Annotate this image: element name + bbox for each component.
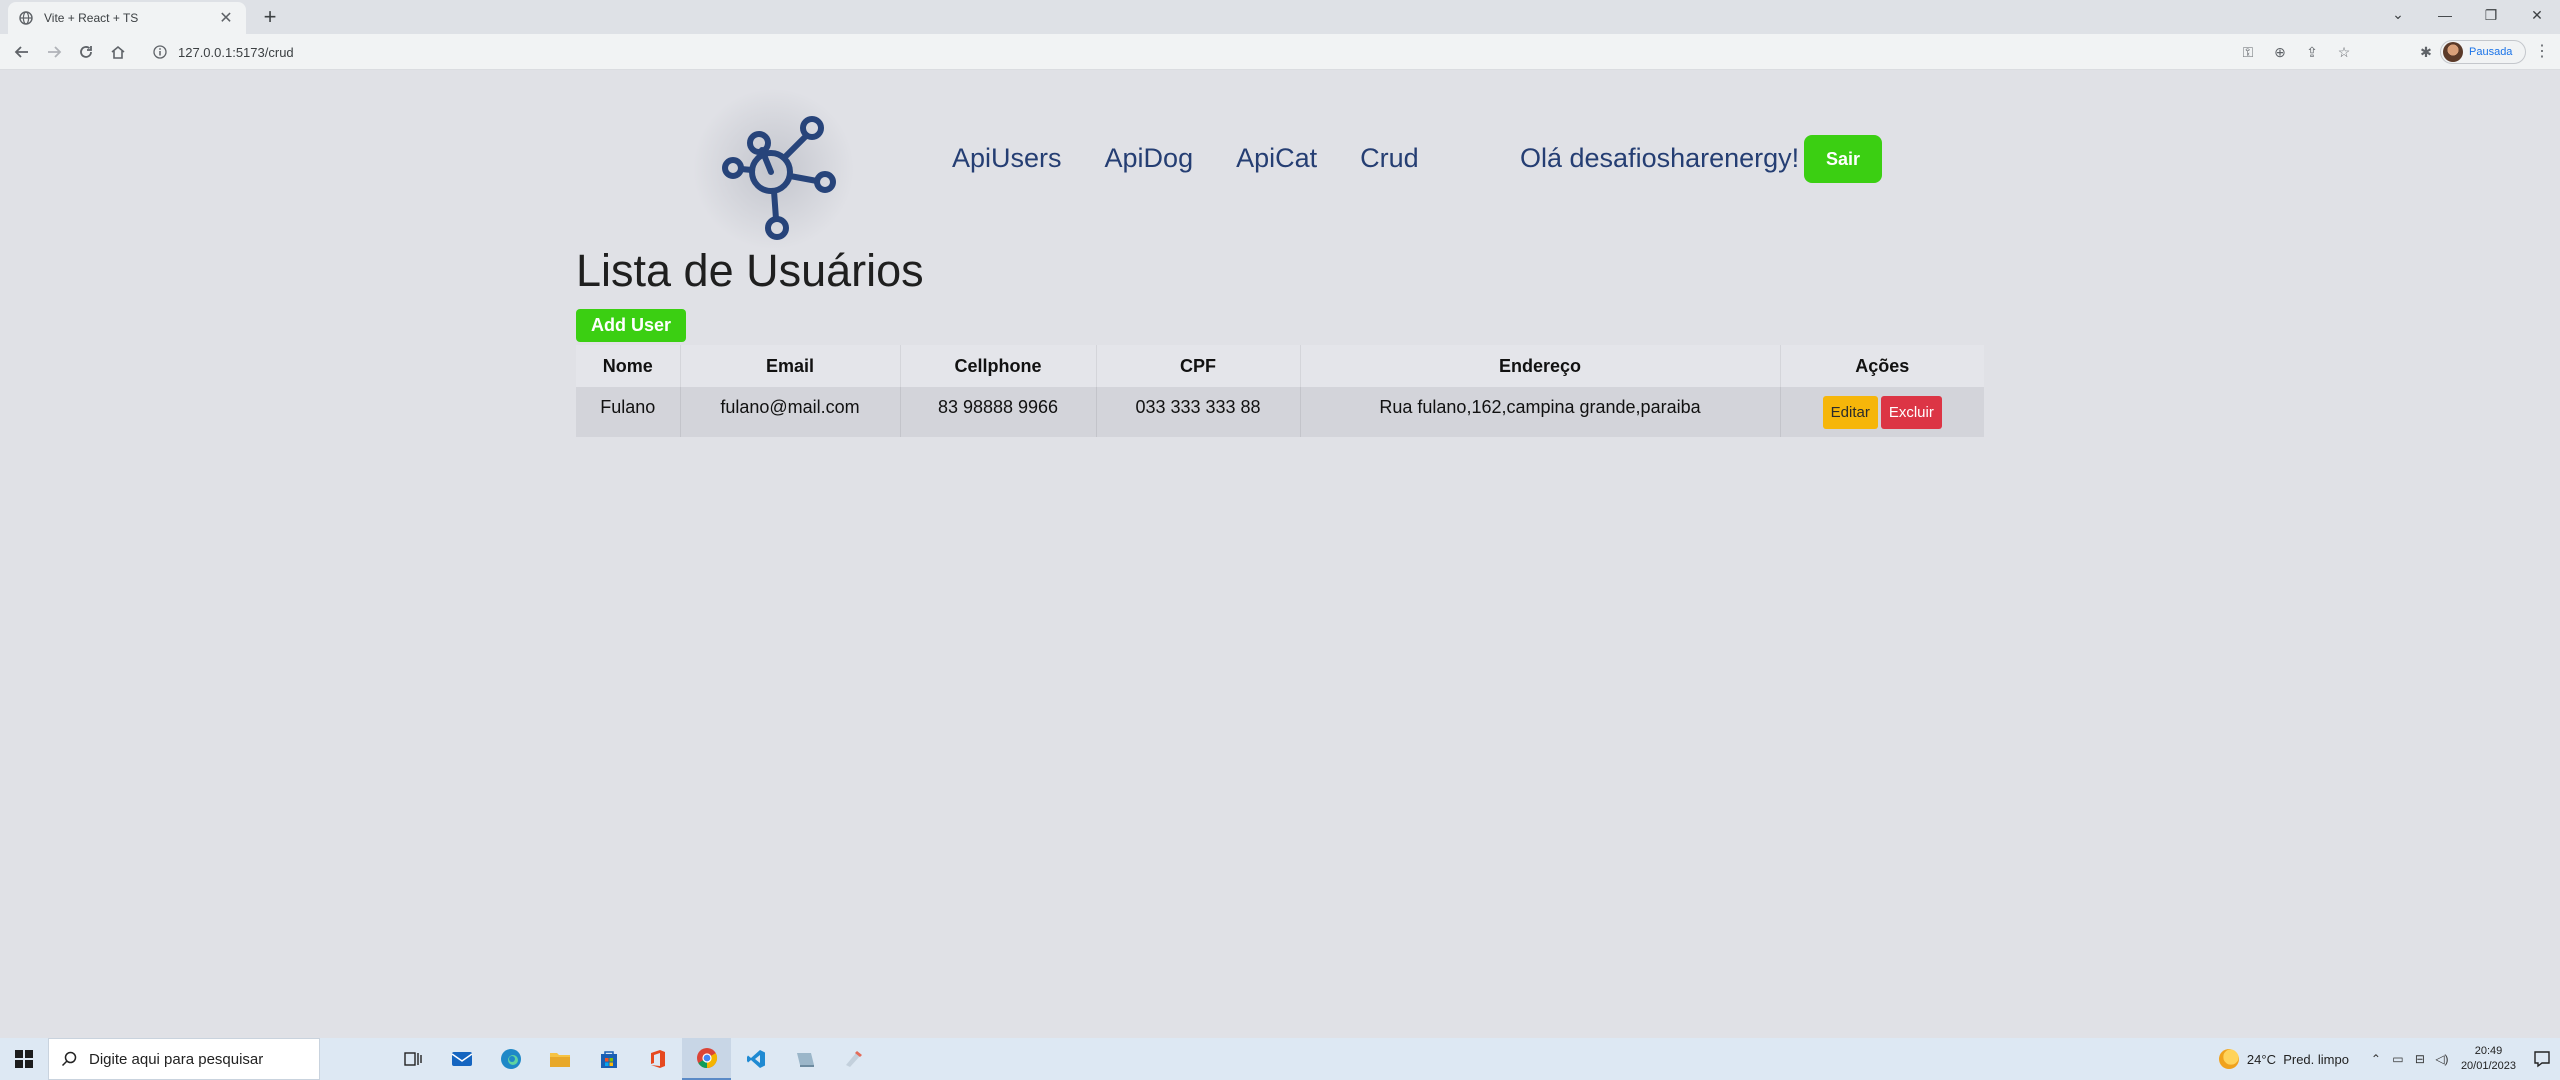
column-header-acoes: Ações	[1780, 345, 1984, 387]
app-window-icon[interactable]	[780, 1038, 829, 1080]
column-header-email: Email	[680, 345, 901, 387]
clock-time: 20:49	[2474, 1045, 2503, 1057]
cell-endereco: Rua fulano,162,campina grande,paraiba	[1300, 387, 1781, 437]
file-explorer-icon[interactable]	[535, 1038, 584, 1080]
tab-title: Vite + React + TS	[44, 11, 139, 25]
clock-date: 20/01/2023	[2460, 1060, 2516, 1072]
taskbar-search-input[interactable]: Digite aqui para pesquisar	[48, 1038, 320, 1080]
more-menu-icon[interactable]: ⋮	[2530, 40, 2554, 64]
reload-icon[interactable]	[72, 38, 100, 66]
vscode-icon[interactable]	[731, 1038, 780, 1080]
delete-button[interactable]: Excluir	[1880, 395, 1942, 429]
user-greeting: Olá desafiosharenergy!	[1520, 143, 1800, 173]
weather-icon	[2218, 1049, 2239, 1069]
windows-start-icon[interactable]	[0, 1038, 48, 1080]
avatar	[2443, 42, 2463, 62]
taskbar: Digite aqui para pesquisar 24°C Pred. li…	[0, 1038, 2560, 1080]
cell-nome: Fulano	[576, 387, 681, 437]
network-logo-icon	[721, 116, 836, 240]
nav-link-crud[interactable]: Crud	[1360, 143, 1419, 174]
profile-status: Pausada	[2469, 46, 2513, 58]
weather-widget[interactable]: 24°C Pred. limpo	[2218, 1049, 2349, 1069]
site-info-icon[interactable]	[152, 44, 168, 60]
nav-link-apicat[interactable]: ApiCat	[1236, 143, 1317, 174]
tab-search-icon[interactable]: ⌄	[2386, 6, 2410, 30]
restore-icon[interactable]: ❐	[2468, 0, 2514, 30]
column-header-cpf: CPF	[1096, 345, 1301, 387]
table-row: Fulano fulano@mail.com 83 98888 9966 033…	[576, 387, 1984, 437]
globe-icon	[18, 10, 34, 26]
nav-link-apiusers[interactable]: ApiUsers	[952, 143, 1062, 174]
forward-icon[interactable]	[40, 38, 68, 66]
cell-email: fulano@mail.com	[680, 387, 901, 437]
cell-acoes: Editar Excluir	[1780, 387, 1984, 437]
add-user-button[interactable]: Add User	[576, 309, 686, 342]
profile-button[interactable]: Pausada	[2440, 40, 2526, 64]
column-header-cellphone: Cellphone	[900, 345, 1097, 387]
weather-temp: 24°C	[2246, 1051, 2276, 1067]
browser-toolbar: 127.0.0.1:5173/crud ⚿ ⊕ ⇪ ☆ ✱ ▮ Pausada …	[0, 34, 2560, 70]
zoom-icon[interactable]: ⊕	[2264, 38, 2296, 66]
chrome-icon[interactable]	[682, 1038, 731, 1080]
edit-button[interactable]: Editar	[1822, 395, 1878, 429]
close-icon[interactable]: ✕	[216, 8, 236, 28]
new-tab-button[interactable]: +	[258, 6, 282, 30]
page-viewport: ApiUsers ApiDog ApiCat Crud Olá desafios…	[0, 71, 2560, 1038]
store-icon[interactable]	[584, 1038, 633, 1080]
search-placeholder: Digite aqui para pesquisar	[89, 1050, 264, 1068]
app-logo	[686, 89, 861, 249]
search-icon	[61, 1051, 77, 1067]
office-icon[interactable]	[633, 1038, 682, 1080]
weather-desc: Pred. limpo	[2283, 1051, 2349, 1067]
taskbar-apps	[388, 1038, 878, 1080]
chevron-up-icon[interactable]: ⌃	[2365, 1052, 2387, 1066]
table-header-row: Nome Email Cellphone CPF Endereço Ações	[576, 345, 1984, 387]
battery-icon[interactable]: ▭	[2387, 1052, 2409, 1066]
task-view-icon[interactable]	[388, 1038, 437, 1080]
close-window-icon[interactable]: ✕	[2514, 0, 2560, 30]
app-tool-icon[interactable]	[829, 1038, 878, 1080]
volume-icon[interactable]: ◁)	[2431, 1052, 2453, 1066]
cell-cpf: 033 333 333 88	[1096, 387, 1301, 437]
extensions-puzzle-icon[interactable]: ✱	[2410, 38, 2442, 66]
url-text: 127.0.0.1:5173/crud	[178, 44, 294, 60]
window-controls: — ❐ ✕	[2422, 0, 2560, 34]
bookmark-star-icon[interactable]: ☆	[2328, 38, 2360, 66]
column-header-endereco: Endereço	[1300, 345, 1781, 387]
system-clock[interactable]: 20:49 20/01/2023	[2461, 1044, 2516, 1074]
address-bar-actions: ⚿ ⊕ ⇪ ☆	[2232, 38, 2360, 66]
key-icon[interactable]: ⚿	[2232, 38, 2264, 66]
logout-button[interactable]: Sair	[1804, 135, 1882, 183]
address-bar[interactable]: 127.0.0.1:5173/crud	[140, 38, 2210, 66]
cell-cellphone: 83 98888 9966	[900, 387, 1097, 437]
notifications-icon[interactable]	[2524, 1038, 2560, 1080]
browser-tabstrip: Vite + React + TS ✕ + ⌄ — ❐ ✕	[0, 0, 2560, 34]
network-icon[interactable]: ⊟	[2409, 1052, 2431, 1066]
browser-tab[interactable]: Vite + React + TS ✕	[8, 2, 246, 34]
share-icon[interactable]: ⇪	[2296, 38, 2328, 66]
users-table: Nome Email Cellphone CPF Endereço Ações …	[576, 345, 1984, 437]
mail-icon[interactable]	[437, 1038, 486, 1080]
back-icon[interactable]	[8, 38, 36, 66]
home-icon[interactable]	[104, 38, 132, 66]
page-title: Lista de Usuários	[576, 245, 924, 296]
system-tray: 24°C Pred. limpo ⌃ ▭ ⊟ ◁) 20:49 20/01/20…	[2218, 1038, 2560, 1080]
minimize-icon[interactable]: —	[2422, 0, 2468, 30]
main-nav: ApiUsers ApiDog ApiCat Crud	[952, 143, 1462, 174]
column-header-nome: Nome	[576, 345, 681, 387]
edge-browser-icon[interactable]	[486, 1038, 535, 1080]
nav-link-apidog[interactable]: ApiDog	[1105, 143, 1194, 174]
